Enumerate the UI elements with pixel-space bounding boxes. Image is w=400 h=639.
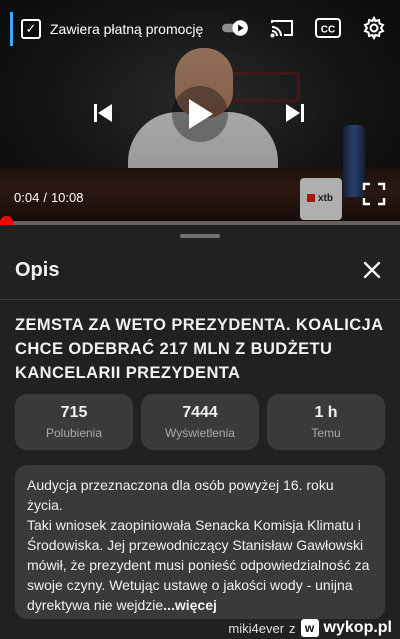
player-top-controls: CC [222,14,388,42]
video-player[interactable]: xtb ✓ Zawiera płatną promocję CC 0:04 / … [0,0,400,225]
stat-label: Temu [311,426,341,440]
seek-handle[interactable] [0,216,13,225]
video-stats: 715 Polubienia 7444 Wyświetlenia 1 h Tem… [15,394,385,450]
video-title: ZEMSTA ZA WETO PREZYDENTA. KOALICJA CHCE… [15,316,383,382]
stat-value: 7444 [182,404,218,421]
play-button[interactable] [172,86,228,142]
play-icon [189,99,213,129]
paid-promotion-badge[interactable]: ✓ Zawiera płatną promocję [10,12,206,46]
captions-label: CC [321,25,335,36]
check-icon: ✓ [21,19,41,39]
next-icon[interactable] [284,102,306,129]
divider [0,299,400,300]
watermark-letter: z [289,620,296,636]
wykop-watermark: miki4ever z w wykop.pl [228,619,392,637]
show-more-link[interactable]: ...więcej [163,597,217,613]
description-text: Audycja przeznaczona dla osób powyżej 16… [27,475,373,615]
fullscreen-icon[interactable] [362,182,386,206]
stat-likes: 715 Polubienia [15,394,133,450]
watermark-user: miki4ever [228,620,285,636]
description-body: Audycja przeznaczona dla osób powyżej 16… [27,477,370,613]
panel-title: Opis [15,259,60,281]
stat-label: Polubienia [45,426,103,440]
settings-gear-icon[interactable] [360,14,388,42]
time-total: 10:08 [50,190,84,205]
watermark-brand: wykop.pl [323,619,392,636]
drag-handle[interactable] [180,234,220,238]
stat-label: Wyświetlenia [165,426,235,440]
cast-icon[interactable] [268,14,296,42]
previous-icon[interactable] [92,102,114,129]
timecode: 0:04 / 10:08 [14,190,83,205]
captions-icon[interactable]: CC [314,14,342,42]
time-separator: / [43,190,47,205]
playback-controls [0,86,400,142]
description-panel: Opis ZEMSTA ZA WETO PREZYDENTA. KOALICJA… [0,225,400,639]
description-box[interactable]: Audycja przeznaczona dla osób powyżej 16… [15,465,385,619]
autoplay-toggle-icon[interactable] [222,14,250,42]
wykop-logo-icon: w [300,619,319,637]
stat-views: 7444 Wyświetlenia [141,394,259,450]
paid-promotion-label: Zawiera płatną promocję [50,21,204,37]
time-current: 0:04 [14,190,40,205]
stat-age: 1 h Temu [267,394,385,450]
stat-value: 715 [60,404,88,421]
close-icon[interactable] [360,258,384,282]
stat-value: 1 h [314,404,338,421]
